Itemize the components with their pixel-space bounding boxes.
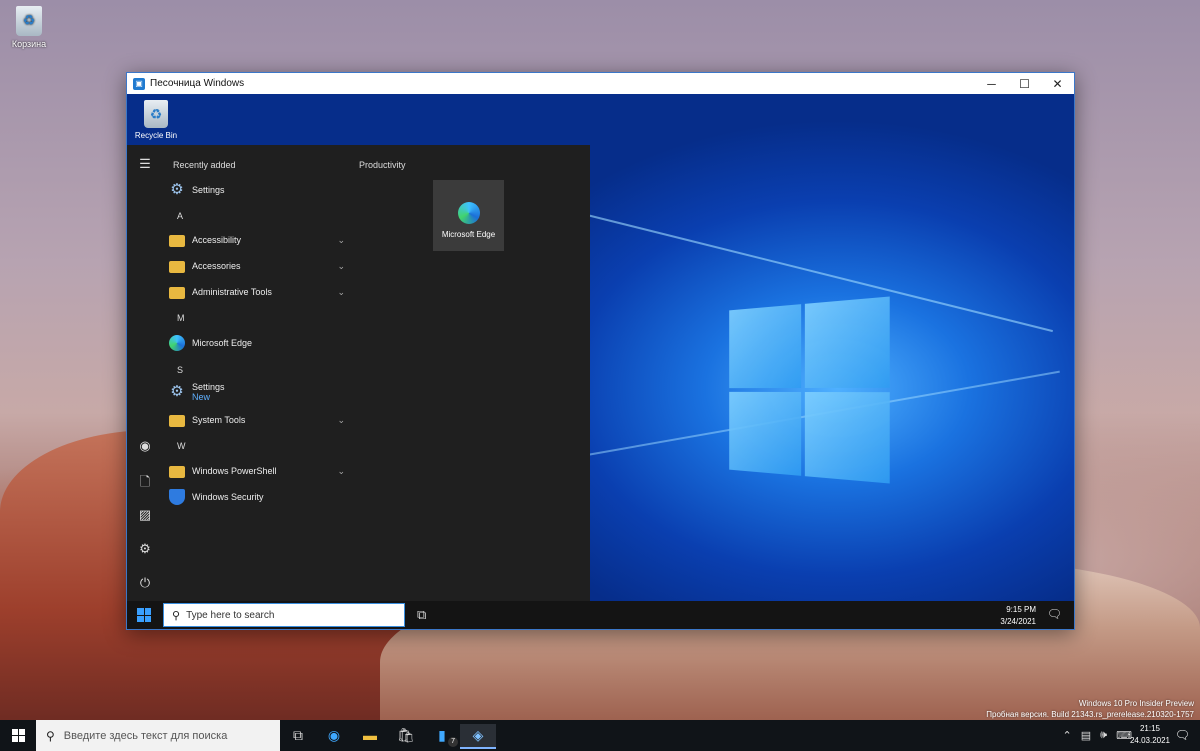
folder-icon [169, 415, 185, 427]
desktop-icon-label: Корзина [8, 39, 50, 49]
search-box[interactable]: ⚲ Type here to search [163, 603, 405, 627]
letter-header-a[interactable]: A [177, 211, 183, 221]
store-icon[interactable]: 🛍 [388, 724, 424, 747]
app-item-settings[interactable]: ⚙ Settings [169, 182, 345, 198]
start-button[interactable] [12, 729, 25, 742]
build-watermark: Windows 10 Pro Insider Preview Пробная в… [986, 698, 1194, 720]
app-item-label: Accessibility [192, 235, 241, 245]
start-rail: ☰ ◉ 🗋 ▨ ⚙ ⏻ [127, 145, 163, 601]
notifications-icon[interactable]: 🗨 [1047, 607, 1062, 621]
clock-date: 3/24/2021 [1000, 616, 1036, 628]
search-icon: ⚲ [46, 729, 55, 743]
app-item-settings-new[interactable]: ⚙ Settings New [169, 382, 345, 402]
edge-icon[interactable]: ◉ [316, 724, 352, 747]
gear-icon: ⚙ [169, 182, 185, 198]
task-view-icon[interactable]: ⧉ [280, 724, 316, 747]
clock-time: 21:15 [1130, 723, 1170, 735]
phone-app-icon[interactable]: ▮ 7 [424, 724, 460, 747]
volume-icon[interactable]: 🕪 [1100, 729, 1107, 742]
sandbox-window: ▣ Песочница Windows ─ ☐ ✕ ♻ Recycle Bin … [126, 72, 1075, 630]
app-item-label: Windows Security [192, 492, 264, 502]
maximize-button[interactable]: ☐ [1008, 77, 1041, 91]
productivity-header: Productivity [359, 160, 406, 170]
sandbox-taskbar-icon[interactable]: ◈ [460, 724, 496, 749]
app-item-label: Windows PowerShell [192, 466, 277, 476]
clock-time: 9:15 PM [1000, 604, 1036, 616]
chevron-down-icon: ⌄ [337, 235, 345, 246]
sandbox-title: Песочница Windows [150, 78, 975, 89]
folder-item-administrative-tools[interactable]: Administrative Tools ⌄ [169, 285, 345, 299]
search-box[interactable]: ⚲ Введите здесь текст для поиска [36, 720, 280, 751]
sandbox-titlebar[interactable]: ▣ Песочница Windows ─ ☐ ✕ [127, 73, 1074, 94]
recycle-bin-icon: ♻ [144, 100, 168, 128]
shield-icon [169, 489, 185, 505]
clock[interactable]: 9:15 PM 3/24/2021 [1000, 604, 1036, 628]
app-item-windows-security[interactable]: Windows Security [169, 489, 345, 505]
folder-icon [169, 235, 185, 247]
system-tray: ⌃ ▤ 🕪 ⌨ [1063, 729, 1132, 742]
file-explorer-icon[interactable]: ▬ [352, 724, 388, 747]
sandbox-recycle-bin[interactable]: ♻ Recycle Bin [131, 100, 181, 140]
edge-icon [458, 202, 480, 224]
folder-icon [169, 466, 185, 478]
user-avatar-icon[interactable]: ◉ [137, 438, 153, 454]
chevron-down-icon: ⌄ [337, 287, 345, 298]
search-icon: ⚲ [172, 609, 180, 622]
folder-item-accessories[interactable]: Accessories ⌄ [169, 259, 345, 273]
app-item-label: Accessories [192, 261, 241, 271]
sandbox-desktop: ♻ Recycle Bin ☰ ◉ 🗋 ▨ ⚙ ⏻ Recently added… [127, 94, 1074, 629]
folder-icon [169, 287, 185, 299]
minimize-button[interactable]: ─ [975, 77, 1008, 91]
chevron-down-icon: ⌄ [337, 261, 345, 272]
tile-microsoft-edge[interactable]: Microsoft Edge [433, 180, 504, 251]
task-view-icon[interactable]: ⧉ [417, 607, 426, 623]
chevron-down-icon: ⌄ [337, 466, 345, 477]
network-icon[interactable]: ▤ [1081, 729, 1091, 742]
letter-header-s[interactable]: S [177, 365, 183, 375]
search-placeholder: Type here to search [186, 610, 274, 621]
folder-item-windows-powershell[interactable]: Windows PowerShell ⌄ [169, 464, 345, 478]
recently-added-header: Recently added [173, 160, 236, 170]
app-item-label: Settings [192, 382, 225, 392]
close-button[interactable]: ✕ [1041, 77, 1074, 91]
recycle-bin-icon: ♻ [16, 6, 42, 36]
documents-icon[interactable]: 🗋 [137, 473, 153, 489]
gear-icon: ⚙ [169, 384, 185, 400]
windows-logo-wallpaper [729, 296, 890, 483]
sandbox-app-icon: ▣ [133, 78, 145, 90]
watermark-line: Пробная версия. Build 21343.rs_prereleas… [986, 709, 1194, 720]
start-menu: ☰ ◉ 🗋 ▨ ⚙ ⏻ Recently added ⚙ Settings A … [127, 145, 590, 601]
app-item-label: System Tools [192, 415, 245, 425]
notifications-icon[interactable]: 🗨 [1175, 728, 1190, 742]
settings-gear-icon[interactable]: ⚙ [137, 541, 153, 557]
search-placeholder: Введите здесь текст для поиска [64, 730, 228, 742]
recycle-bin-label: Recycle Bin [131, 131, 181, 140]
pictures-icon[interactable]: ▨ [137, 507, 153, 523]
clock[interactable]: 21:15 24.03.2021 [1130, 723, 1170, 747]
app-item-microsoft-edge[interactable]: Microsoft Edge [169, 335, 345, 351]
chevron-up-icon[interactable]: ⌃ [1063, 729, 1072, 742]
tile-label: Microsoft Edge [433, 230, 504, 239]
new-badge: New [192, 392, 225, 402]
sandbox-taskbar: ⚲ Type here to search ⧉ 9:15 PM 3/24/202… [127, 601, 1074, 629]
folder-item-system-tools[interactable]: System Tools ⌄ [169, 413, 345, 427]
watermark-line: Windows 10 Pro Insider Preview [986, 698, 1194, 709]
folder-item-accessibility[interactable]: Accessibility ⌄ [169, 233, 345, 247]
edge-icon [169, 335, 185, 351]
app-item-label: Settings [192, 185, 225, 195]
host-taskbar: ⚲ Введите здесь текст для поиска ⧉ ◉ ▬ 🛍… [0, 720, 1200, 751]
desktop-recycle-bin[interactable]: ♻ Корзина [8, 6, 50, 49]
start-button[interactable] [137, 608, 151, 622]
power-icon[interactable]: ⏻ [137, 575, 153, 591]
letter-header-m[interactable]: M [177, 313, 185, 323]
letter-header-w[interactable]: W [177, 441, 186, 451]
folder-icon [169, 261, 185, 273]
app-item-label: Administrative Tools [192, 287, 272, 297]
chevron-down-icon: ⌄ [337, 415, 345, 426]
clock-date: 24.03.2021 [1130, 735, 1170, 747]
app-item-label: Microsoft Edge [192, 338, 252, 348]
hamburger-menu-icon[interactable]: ☰ [137, 156, 153, 172]
count-badge: 7 [448, 737, 458, 747]
